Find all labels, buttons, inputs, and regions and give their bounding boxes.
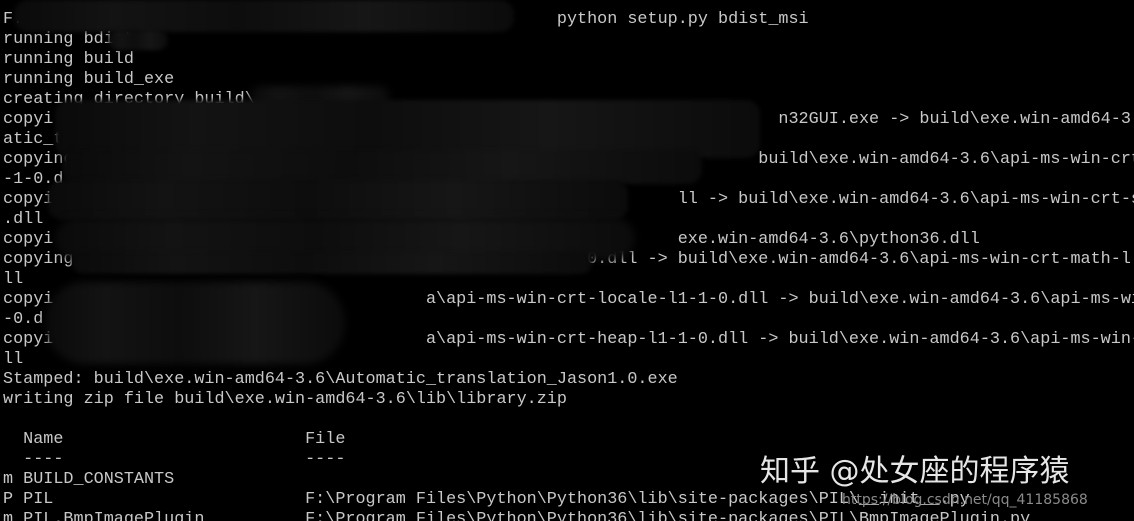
watermark-text: 知乎 @处女座的程序猿 [760,454,1070,489]
table-header-divider: ---- ---- [3,450,346,469]
output-line: running build_exe [3,70,175,89]
output-line: writing zip file build\exe.win-amd64-3.6… [3,390,567,409]
redaction-blur [108,30,168,50]
table-header: Name File [3,430,346,449]
redaction-blur [45,282,345,364]
output-line: ll [3,270,24,289]
table-row: m PIL.BmpImagePlugin F:\Program Files\Py… [3,510,1031,521]
output-line: .dll [3,210,44,229]
output-line: -0.d [3,310,44,329]
redaction-blur [48,180,628,220]
table-row: m BUILD_CONSTANTS [3,470,175,489]
redaction-blur [62,150,702,184]
output-line: ll [3,350,24,369]
redaction-blur [14,0,514,32]
watermark-source-url: https://blog.csdn.net/qq_41185868 [842,492,1088,508]
output-line: running build [3,50,134,69]
terminal-window[interactable]: F. python setup.py bdist_msi running bdi… [0,0,1134,521]
redaction-blur [72,252,592,274]
table-row: P PIL F:\Program Files\Python\Python36\l… [3,490,970,509]
output-line: Stamped: build\exe.win-amd64-3.6\Automat… [3,370,678,389]
